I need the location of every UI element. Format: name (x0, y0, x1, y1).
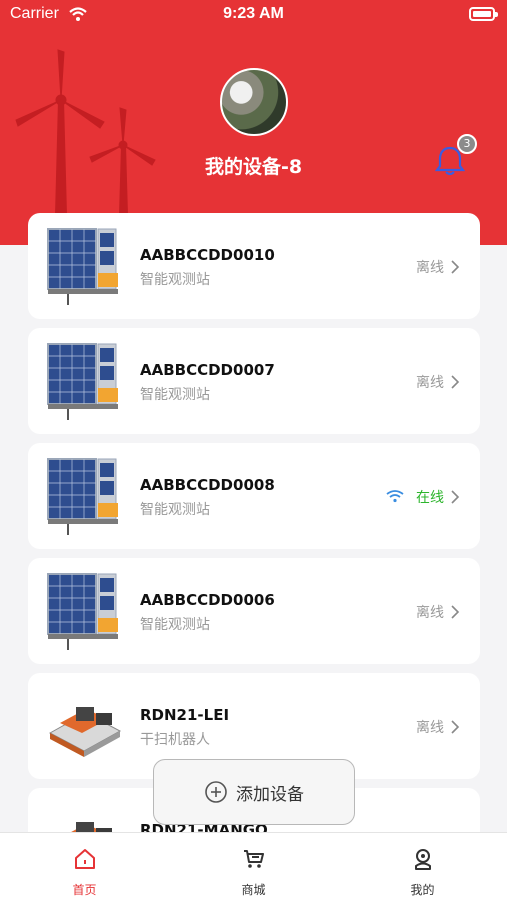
device-name: RDN21-LEI (140, 706, 230, 724)
tab-mine-label: 我的 (410, 883, 435, 897)
device-name: AABBCCDD0008 (140, 476, 275, 494)
chevron-right-icon (451, 375, 460, 389)
device-type: 智能观测站 (140, 387, 210, 403)
device-card[interactable]: AABBCCDD0007 智能观测站 离线 (28, 328, 480, 434)
battery-icon (469, 7, 498, 21)
device-type: 智能观测站 (140, 502, 210, 518)
online-wifi-icon (386, 490, 404, 503)
tab-mine[interactable]: 我的 (338, 833, 507, 900)
device-thumbnail (46, 453, 122, 539)
add-circle-icon (205, 781, 227, 803)
tab-shop-label: 商城 (241, 883, 266, 897)
device-thumbnail (46, 568, 122, 654)
device-name: AABBCCDD0010 (140, 246, 275, 264)
device-type: 智能观测站 (140, 272, 210, 288)
tab-shop[interactable]: 商城 (169, 833, 338, 900)
chevron-right-icon (451, 260, 460, 274)
device-card[interactable]: AABBCCDD0006 智能观测站 离线 (28, 558, 480, 664)
device-type: 干扫机器人 (140, 732, 210, 748)
device-status: 离线 (416, 260, 444, 276)
user-icon (414, 849, 431, 870)
wind-turbines-illustration (15, 49, 156, 215)
cart-icon (243, 850, 264, 868)
status-bar: Carrier 9:23 AM (0, 0, 507, 30)
bottom-tab-bar: 首页 商城 我的 (0, 832, 507, 900)
chevron-right-icon (451, 720, 460, 734)
device-card[interactable]: AABBCCDD0008 智能观测站 在线 (28, 443, 480, 549)
device-thumbnail (46, 223, 122, 309)
device-status: 离线 (416, 720, 444, 736)
clock: 9:23 AM (223, 5, 284, 22)
device-thumbnail (46, 683, 122, 769)
device-card[interactable]: AABBCCDD0010 智能观测站 离线 (28, 213, 480, 319)
notification-count-badge: 3 (457, 134, 477, 154)
chevron-right-icon (451, 605, 460, 619)
device-status: 离线 (416, 375, 444, 391)
device-thumbnail (46, 338, 122, 424)
page-title: 我的设备-8 (204, 156, 303, 178)
device-name: AABBCCDD0006 (140, 591, 275, 609)
header-banner: 我的设备-8 3 (0, 0, 507, 245)
device-status: 离线 (416, 605, 444, 621)
chevron-right-icon (451, 490, 460, 504)
add-device-button[interactable]: 添加设备 (153, 759, 355, 825)
add-device-label: 添加设备 (236, 784, 304, 805)
device-status: 在线 (416, 490, 444, 506)
home-icon (74, 849, 95, 869)
device-name: AABBCCDD0007 (140, 361, 275, 379)
user-avatar[interactable] (220, 68, 288, 136)
tab-home[interactable]: 首页 (0, 833, 169, 900)
device-type: 智能观测站 (140, 617, 210, 633)
tab-home-label: 首页 (72, 883, 97, 897)
